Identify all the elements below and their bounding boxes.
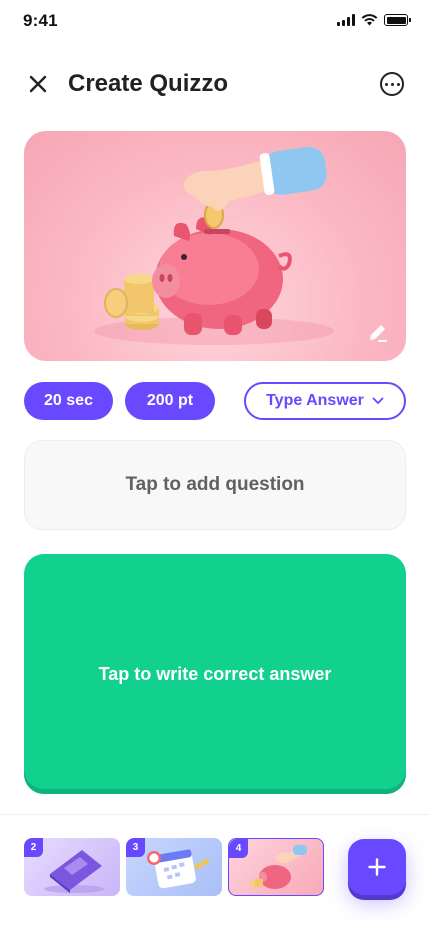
- correct-answer-input[interactable]: Tap to write correct answer: [24, 554, 406, 794]
- slide-number: 3: [126, 838, 145, 857]
- pencil-icon: [370, 325, 387, 342]
- more-options-button[interactable]: [380, 72, 404, 96]
- plus-icon: [368, 858, 386, 876]
- page-title: Create Quizzo: [68, 70, 229, 97]
- status-time: 9:41: [23, 11, 58, 30]
- battery-icon: [384, 14, 411, 26]
- cellular-signal-icon: [337, 14, 355, 26]
- header: Create Quizzo: [0, 60, 430, 108]
- slide-number: 4: [229, 839, 248, 858]
- close-button[interactable]: [24, 70, 52, 98]
- time-limit-label: 20 sec: [44, 392, 93, 409]
- status-icons: [337, 14, 411, 26]
- points-chip[interactable]: 200 pt: [125, 382, 215, 420]
- more-options-icon: [384, 82, 388, 86]
- question-input[interactable]: Tap to add question: [24, 440, 406, 530]
- chevron-down-icon: [372, 397, 384, 404]
- points-label: 200 pt: [146, 392, 194, 409]
- edit-cover-button[interactable]: [366, 321, 390, 345]
- wifi-icon: [361, 14, 378, 26]
- slide-number: 2: [24, 838, 43, 857]
- slide-thumbnail-selected[interactable]: 4: [228, 838, 324, 896]
- status-bar: 9:41: [0, 0, 430, 44]
- slide-thumbnail[interactable]: 2: [24, 838, 120, 896]
- time-limit-chip[interactable]: 20 sec: [24, 382, 113, 420]
- answer-placeholder: Tap to write correct answer: [98, 663, 332, 684]
- add-slide-button[interactable]: [348, 839, 406, 895]
- cover-image[interactable]: [24, 131, 406, 361]
- slide-thumbnail[interactable]: 3: [126, 838, 222, 896]
- question-placeholder: Tap to add question: [125, 474, 305, 495]
- slides-bar: 2 3 4: [0, 814, 430, 933]
- piggy-bank-illustration: [94, 146, 334, 345]
- close-icon: [29, 75, 47, 93]
- question-type-dropdown[interactable]: Type Answer: [244, 382, 406, 420]
- question-settings: 20 sec 200 pt Type Answer: [24, 382, 406, 420]
- question-type-label: Type Answer: [266, 392, 364, 409]
